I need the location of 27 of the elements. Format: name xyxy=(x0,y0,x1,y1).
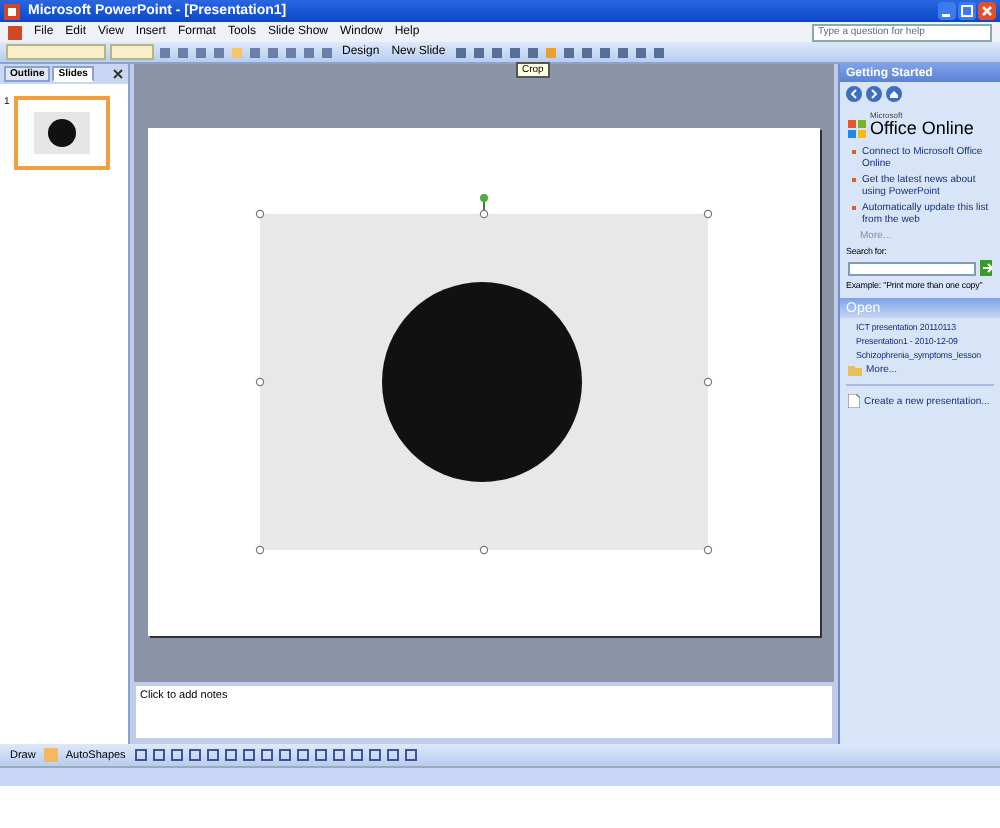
selection-handle[interactable] xyxy=(479,545,489,555)
selection-handle[interactable] xyxy=(479,209,489,219)
selection-handle[interactable] xyxy=(255,545,265,555)
document-icon[interactable] xyxy=(8,25,22,39)
forward-icon[interactable] xyxy=(866,86,882,102)
new-file-icon xyxy=(848,394,860,408)
go-arrow-icon[interactable] xyxy=(980,260,992,276)
selection-handle[interactable] xyxy=(703,377,713,387)
selection-handle[interactable] xyxy=(255,377,265,387)
minimize-icon[interactable] xyxy=(938,2,956,20)
selection-handle[interactable] xyxy=(255,209,265,219)
close-icon[interactable] xyxy=(112,68,124,80)
app-icon xyxy=(4,3,20,19)
selection-handle[interactable] xyxy=(703,545,713,555)
brand-name: Office Online xyxy=(870,120,974,138)
font-size-field[interactable] xyxy=(110,44,154,60)
office-logo-icon xyxy=(848,120,866,138)
selection-handle[interactable] xyxy=(703,209,713,219)
slide-thumbnail[interactable] xyxy=(13,96,110,170)
picture[interactable] xyxy=(260,214,708,550)
back-icon[interactable] xyxy=(846,86,862,102)
folder-icon xyxy=(848,364,862,376)
rotate-handle[interactable] xyxy=(480,194,488,213)
search-field[interactable] xyxy=(848,261,976,275)
home-icon[interactable] xyxy=(886,86,902,102)
font-name-field[interactable] xyxy=(6,44,106,60)
maximize-icon[interactable] xyxy=(958,2,976,20)
